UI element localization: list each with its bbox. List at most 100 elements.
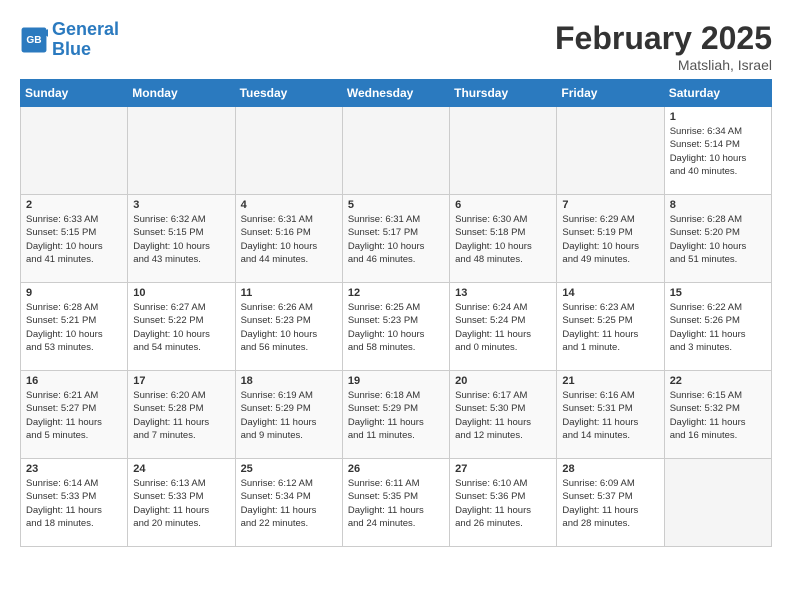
day-number: 28 bbox=[562, 463, 658, 475]
day-number: 23 bbox=[26, 463, 122, 475]
week-row-1: 1 Sunrise: 6:34 AM Sunset: 5:14 PM Daylig… bbox=[21, 107, 772, 195]
day-info: Sunrise: 6:32 AM Sunset: 5:15 PM Dayligh… bbox=[133, 213, 229, 266]
day-cell: 6 Sunrise: 6:30 AM Sunset: 5:18 PM Daylig… bbox=[450, 195, 557, 283]
day-cell: 2 Sunrise: 6:33 AM Sunset: 5:15 PM Daylig… bbox=[21, 195, 128, 283]
day-number: 2 bbox=[26, 199, 122, 211]
day-info: Sunrise: 6:14 AM Sunset: 5:33 PM Dayligh… bbox=[26, 477, 122, 530]
day-info: Sunrise: 6:31 AM Sunset: 5:16 PM Dayligh… bbox=[241, 213, 337, 266]
day-number: 21 bbox=[562, 375, 658, 387]
day-info: Sunrise: 6:23 AM Sunset: 5:25 PM Dayligh… bbox=[562, 301, 658, 354]
day-cell: 22 Sunrise: 6:15 AM Sunset: 5:32 PM Dayli… bbox=[664, 371, 771, 459]
day-info: Sunrise: 6:11 AM Sunset: 5:35 PM Dayligh… bbox=[348, 477, 444, 530]
week-row-3: 9 Sunrise: 6:28 AM Sunset: 5:21 PM Daylig… bbox=[21, 283, 772, 371]
col-header-wednesday: Wednesday bbox=[342, 80, 449, 107]
day-cell: 28 Sunrise: 6:09 AM Sunset: 5:37 PM Dayli… bbox=[557, 459, 664, 547]
day-number: 1 bbox=[670, 111, 766, 123]
title-block: February 2025 Matsliah, Israel bbox=[555, 20, 772, 73]
day-info: Sunrise: 6:33 AM Sunset: 5:15 PM Dayligh… bbox=[26, 213, 122, 266]
day-info: Sunrise: 6:34 AM Sunset: 5:14 PM Dayligh… bbox=[670, 125, 766, 178]
day-cell: 25 Sunrise: 6:12 AM Sunset: 5:34 PM Dayli… bbox=[235, 459, 342, 547]
day-number: 7 bbox=[562, 199, 658, 211]
week-row-4: 16 Sunrise: 6:21 AM Sunset: 5:27 PM Dayli… bbox=[21, 371, 772, 459]
day-number: 19 bbox=[348, 375, 444, 387]
month-title: February 2025 bbox=[555, 20, 772, 57]
day-info: Sunrise: 6:20 AM Sunset: 5:28 PM Dayligh… bbox=[133, 389, 229, 442]
week-row-5: 23 Sunrise: 6:14 AM Sunset: 5:33 PM Dayli… bbox=[21, 459, 772, 547]
day-info: Sunrise: 6:21 AM Sunset: 5:27 PM Dayligh… bbox=[26, 389, 122, 442]
day-number: 13 bbox=[455, 287, 551, 299]
col-header-sunday: Sunday bbox=[21, 80, 128, 107]
day-number: 27 bbox=[455, 463, 551, 475]
day-info: Sunrise: 6:18 AM Sunset: 5:29 PM Dayligh… bbox=[348, 389, 444, 442]
day-number: 11 bbox=[241, 287, 337, 299]
col-header-thursday: Thursday bbox=[450, 80, 557, 107]
logo-text2: Blue bbox=[52, 40, 119, 60]
day-info: Sunrise: 6:28 AM Sunset: 5:20 PM Dayligh… bbox=[670, 213, 766, 266]
day-cell: 7Sunrise: 6:29 AM Sunset: 5:19 PM Daylig… bbox=[557, 195, 664, 283]
day-number: 3 bbox=[133, 199, 229, 211]
day-info: Sunrise: 6:28 AM Sunset: 5:21 PM Dayligh… bbox=[26, 301, 122, 354]
page-header: GB General Blue February 2025 Matsliah, … bbox=[20, 20, 772, 73]
day-info: Sunrise: 6:09 AM Sunset: 5:37 PM Dayligh… bbox=[562, 477, 658, 530]
day-number: 5 bbox=[348, 199, 444, 211]
day-cell bbox=[235, 107, 342, 195]
day-info: Sunrise: 6:24 AM Sunset: 5:24 PM Dayligh… bbox=[455, 301, 551, 354]
day-info: Sunrise: 6:15 AM Sunset: 5:32 PM Dayligh… bbox=[670, 389, 766, 442]
day-cell bbox=[342, 107, 449, 195]
day-cell: 23 Sunrise: 6:14 AM Sunset: 5:33 PM Dayli… bbox=[21, 459, 128, 547]
day-number: 16 bbox=[26, 375, 122, 387]
day-cell: 9 Sunrise: 6:28 AM Sunset: 5:21 PM Daylig… bbox=[21, 283, 128, 371]
day-info: Sunrise: 6:31 AM Sunset: 5:17 PM Dayligh… bbox=[348, 213, 444, 266]
day-cell: 24 Sunrise: 6:13 AM Sunset: 5:33 PM Dayli… bbox=[128, 459, 235, 547]
day-number: 14 bbox=[562, 287, 658, 299]
day-number: 22 bbox=[670, 375, 766, 387]
day-cell: 15 Sunrise: 6:22 AM Sunset: 5:26 PM Dayli… bbox=[664, 283, 771, 371]
day-number: 8 bbox=[670, 199, 766, 211]
day-cell: 27 Sunrise: 6:10 AM Sunset: 5:36 PM Dayli… bbox=[450, 459, 557, 547]
day-number: 20 bbox=[455, 375, 551, 387]
day-info: Sunrise: 6:16 AM Sunset: 5:31 PM Dayligh… bbox=[562, 389, 658, 442]
day-cell bbox=[21, 107, 128, 195]
day-info: Sunrise: 6:19 AM Sunset: 5:29 PM Dayligh… bbox=[241, 389, 337, 442]
day-cell: 21 Sunrise: 6:16 AM Sunset: 5:31 PM Dayli… bbox=[557, 371, 664, 459]
day-number: 25 bbox=[241, 463, 337, 475]
day-cell bbox=[664, 459, 771, 547]
day-cell: 1 Sunrise: 6:34 AM Sunset: 5:14 PM Daylig… bbox=[664, 107, 771, 195]
day-number: 18 bbox=[241, 375, 337, 387]
day-info: Sunrise: 6:10 AM Sunset: 5:36 PM Dayligh… bbox=[455, 477, 551, 530]
day-info: Sunrise: 6:17 AM Sunset: 5:30 PM Dayligh… bbox=[455, 389, 551, 442]
day-cell: 14 Sunrise: 6:23 AM Sunset: 5:25 PM Dayli… bbox=[557, 283, 664, 371]
day-number: 17 bbox=[133, 375, 229, 387]
day-cell: 19 Sunrise: 6:18 AM Sunset: 5:29 PM Dayli… bbox=[342, 371, 449, 459]
day-info: Sunrise: 6:13 AM Sunset: 5:33 PM Dayligh… bbox=[133, 477, 229, 530]
logo: GB General Blue bbox=[20, 20, 119, 60]
day-cell: 5 Sunrise: 6:31 AM Sunset: 5:17 PM Daylig… bbox=[342, 195, 449, 283]
day-number: 24 bbox=[133, 463, 229, 475]
day-cell: 16 Sunrise: 6:21 AM Sunset: 5:27 PM Dayli… bbox=[21, 371, 128, 459]
day-cell: 10Sunrise: 6:27 AM Sunset: 5:22 PM Dayli… bbox=[128, 283, 235, 371]
day-number: 6 bbox=[455, 199, 551, 211]
day-cell bbox=[450, 107, 557, 195]
day-cell: 8 Sunrise: 6:28 AM Sunset: 5:20 PM Daylig… bbox=[664, 195, 771, 283]
day-cell bbox=[128, 107, 235, 195]
day-info: Sunrise: 6:30 AM Sunset: 5:18 PM Dayligh… bbox=[455, 213, 551, 266]
day-number: 9 bbox=[26, 287, 122, 299]
day-info: Sunrise: 6:27 AM Sunset: 5:22 PM Dayligh… bbox=[133, 301, 229, 354]
header-row: SundayMondayTuesdayWednesdayThursdayFrid… bbox=[21, 80, 772, 107]
day-cell bbox=[557, 107, 664, 195]
day-info: Sunrise: 6:22 AM Sunset: 5:26 PM Dayligh… bbox=[670, 301, 766, 354]
day-number: 12 bbox=[348, 287, 444, 299]
col-header-friday: Friday bbox=[557, 80, 664, 107]
day-cell: 26Sunrise: 6:11 AM Sunset: 5:35 PM Dayli… bbox=[342, 459, 449, 547]
day-cell: 17 Sunrise: 6:20 AM Sunset: 5:28 PM Dayli… bbox=[128, 371, 235, 459]
day-cell: 13 Sunrise: 6:24 AM Sunset: 5:24 PM Dayli… bbox=[450, 283, 557, 371]
logo-icon: GB bbox=[20, 26, 48, 54]
col-header-saturday: Saturday bbox=[664, 80, 771, 107]
svg-text:GB: GB bbox=[26, 35, 41, 46]
day-cell: 11Sunrise: 6:26 AM Sunset: 5:23 PM Dayli… bbox=[235, 283, 342, 371]
day-cell: 3 Sunrise: 6:32 AM Sunset: 5:15 PM Daylig… bbox=[128, 195, 235, 283]
day-cell: 20 Sunrise: 6:17 AM Sunset: 5:30 PM Dayli… bbox=[450, 371, 557, 459]
day-info: Sunrise: 6:12 AM Sunset: 5:34 PM Dayligh… bbox=[241, 477, 337, 530]
day-number: 15 bbox=[670, 287, 766, 299]
calendar-table: SundayMondayTuesdayWednesdayThursdayFrid… bbox=[20, 79, 772, 547]
